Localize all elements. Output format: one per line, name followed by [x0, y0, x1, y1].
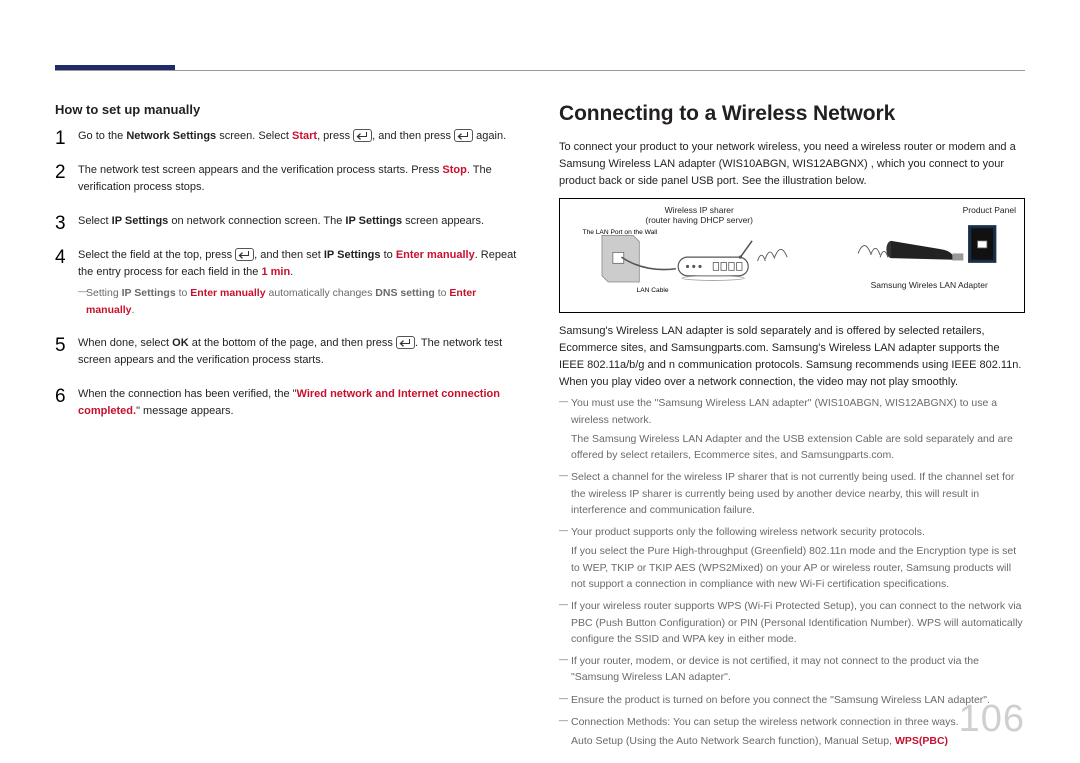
paragraph-2: Samsung's Wireless LAN adapter is sold s…	[559, 323, 1025, 391]
note-item: Your product supports only the following…	[559, 524, 1025, 592]
step-text: on network connection screen. The	[168, 215, 345, 227]
note-text: to	[435, 287, 450, 299]
note-item: Select a channel for the wireless IP sha…	[559, 469, 1025, 518]
red-text: Stop	[442, 164, 466, 176]
bold-text: Network Settings	[126, 130, 216, 142]
red-text: Start	[292, 130, 317, 142]
note-item: You must use the "Samsung Wireless LAN a…	[559, 395, 1025, 463]
note-text: You must use the "Samsung Wireless LAN a…	[571, 397, 997, 425]
diagram-left: Wireless IP sharer (router having DHCP s…	[566, 205, 832, 306]
note-text: Your product supports only the following…	[571, 526, 925, 538]
bold-text: DNS setting	[375, 287, 435, 299]
step-text: , press	[317, 130, 353, 142]
notes-list: You must use the "Samsung Wireless LAN a…	[559, 395, 1025, 749]
bold-text: IP Settings	[122, 287, 176, 299]
router-wall-icon: The LAN Port on the Wall LAN Cable	[566, 226, 832, 296]
enter-icon	[353, 129, 372, 142]
note-item: Connection Methods: You can setup the wi…	[559, 714, 1025, 750]
note-text: If your router, modem, or device is not …	[571, 655, 979, 683]
panel-label: Product Panel	[963, 205, 1016, 215]
red-text: Enter manually	[190, 287, 265, 299]
step-5: When done, select OK at the bottom of th…	[55, 335, 521, 369]
step-text: again.	[473, 130, 506, 142]
bold-text: IP Settings	[324, 249, 381, 261]
content-columns: How to set up manually Go to the Network…	[55, 102, 1025, 755]
note-text: Connection Methods: You can setup the wi…	[571, 716, 959, 728]
note-text: Select a channel for the wireless IP sha…	[571, 471, 1014, 516]
left-subhead: How to set up manually	[55, 102, 521, 117]
note-text: to	[176, 287, 191, 299]
note-subline: The Samsung Wireless LAN Adapter and the…	[571, 431, 1025, 464]
diagram-top-label: Wireless IP sharer	[665, 205, 734, 215]
note-subline: If you select the Pure High-throughput (…	[571, 543, 1025, 592]
step-text: The network test screen appears and the …	[78, 164, 442, 176]
manual-page: How to set up manually Go to the Network…	[0, 0, 1080, 763]
section-heading: Connecting to a Wireless Network	[559, 102, 1025, 126]
step-text: at the bottom of the page, and then pres…	[189, 337, 396, 349]
step-text: screen. Select	[216, 130, 292, 142]
page-number: 106	[959, 698, 1025, 741]
red-text: WPS(PBC)	[895, 735, 948, 747]
step-text: .	[290, 266, 293, 278]
red-text: 1 min	[261, 266, 290, 278]
diagram-right: Product Panel	[840, 205, 1018, 306]
note-text: .	[132, 304, 135, 316]
bold-text: IP Settings	[345, 215, 402, 227]
note-text: automatically changes	[266, 287, 376, 299]
note-text: Setting	[86, 287, 122, 299]
note-item: Ensure the product is turned on before y…	[559, 692, 1025, 708]
step-text: , and then press	[372, 130, 454, 142]
step-text: screen appears.	[402, 215, 484, 227]
red-text: Enter manually	[396, 249, 475, 261]
note-text: Ensure the product is turned on before y…	[571, 694, 990, 706]
step-text: Go to the	[78, 130, 126, 142]
step-1: Go to the Network Settings screen. Selec…	[55, 128, 521, 145]
step-text: Select	[78, 215, 112, 227]
step-6: When the connection has been verified, t…	[55, 386, 521, 420]
diagram-sub-label: (router having DHCP server)	[645, 215, 753, 225]
enter-icon	[235, 248, 254, 261]
step-text: " message appears.	[136, 405, 233, 417]
step-text: to	[381, 249, 396, 261]
enter-icon	[454, 129, 473, 142]
bold-text: OK	[172, 337, 189, 349]
wireless-diagram: Wireless IP sharer (router having DHCP s…	[559, 198, 1025, 313]
note-text: If your wireless router supports WPS (Wi…	[571, 600, 1023, 645]
left-column: How to set up manually Go to the Network…	[55, 102, 521, 755]
adapter-label: Samsung Wireles LAN Adapter	[871, 280, 988, 290]
step-text: When done, select	[78, 337, 172, 349]
wall-label: The LAN Port on the Wall	[583, 228, 658, 235]
adapter-icon	[840, 222, 1018, 277]
step-text: , and then set	[254, 249, 324, 261]
bold-text: IP Settings	[112, 215, 169, 227]
right-column: Connecting to a Wireless Network To conn…	[559, 102, 1025, 755]
header-rule	[55, 70, 1025, 71]
step-text: When the connection has been verified, t…	[78, 388, 297, 400]
enter-icon	[396, 336, 415, 349]
intro-paragraph: To connect your product to your network …	[559, 139, 1025, 190]
step-note: Setting IP Settings to Enter manually au…	[78, 285, 521, 318]
cable-label: LAN Cable	[637, 287, 669, 294]
step-4: Select the field at the top, press , and…	[55, 247, 521, 318]
step-text: Select the field at the top, press	[78, 249, 235, 261]
steps-list: Go to the Network Settings screen. Selec…	[55, 128, 521, 420]
note-item: If your wireless router supports WPS (Wi…	[559, 598, 1025, 647]
note-sub-pre: Auto Setup (Using the Auto Network Searc…	[571, 735, 895, 747]
step-3: Select IP Settings on network connection…	[55, 213, 521, 230]
step-2: The network test screen appears and the …	[55, 162, 521, 196]
note-subline: Auto Setup (Using the Auto Network Searc…	[571, 733, 1025, 749]
note-item: If your router, modem, or device is not …	[559, 653, 1025, 686]
